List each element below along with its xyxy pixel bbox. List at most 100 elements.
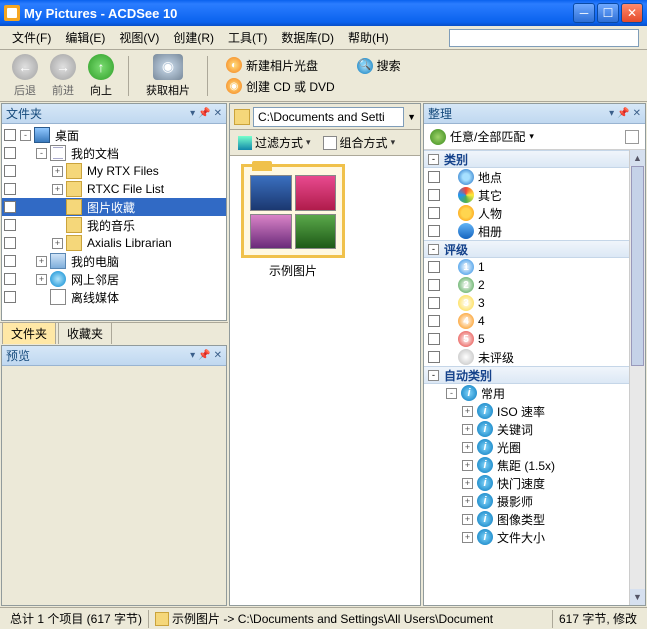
forward-button[interactable]: → 前进 [46,54,80,98]
search-button[interactable]: 🔍 搜索 [357,57,401,74]
organize-item[interactable]: 11 [424,258,645,276]
organize-item[interactable]: +iISO 速率 [424,402,645,420]
menu-create[interactable]: 创建(R) [167,27,220,48]
scroll-up-icon[interactable]: ▲ [630,150,645,166]
new-disc-button[interactable]: ◐ 新建相片光盘 [226,57,335,74]
organize-item[interactable]: +i摄影师 [424,492,645,510]
collapse-icon[interactable]: - [428,154,439,165]
tree-checkbox[interactable] [4,129,16,141]
preview-close-icon[interactable]: ✕ [214,350,222,361]
organize-section-header[interactable]: -自动类别 [424,366,645,384]
organize-section-header[interactable]: -评级 [424,240,645,258]
expand-icon[interactable]: + [462,496,473,507]
organize-checkbox[interactable] [428,171,440,183]
organize-pin-icon[interactable]: 📌 [617,108,629,119]
organize-checkbox[interactable] [428,225,440,237]
tree-item[interactable]: +我的电脑 [2,252,226,270]
organize-item[interactable]: +i光圈 [424,438,645,456]
organize-checkbox[interactable] [428,333,440,345]
tree-item[interactable]: +图片收藏 [2,198,226,216]
organize-item[interactable]: 22 [424,276,645,294]
organize-item[interactable]: 55 [424,330,645,348]
expand-icon[interactable]: + [462,406,473,417]
tree-checkbox[interactable] [4,165,16,177]
tree-item[interactable]: +我的音乐 [2,216,226,234]
tab-favorites[interactable]: 收藏夹 [58,322,112,344]
collapse-icon[interactable]: - [428,244,439,255]
tree-item[interactable]: -桌面 [2,126,226,144]
organize-item[interactable]: +i文件大小 [424,528,645,546]
menu-search-input[interactable] [449,29,639,47]
expand-icon[interactable]: + [462,532,473,543]
panel-pin-icon[interactable]: 📌 [198,108,210,119]
organize-checkbox[interactable] [428,189,440,201]
organize-section-header[interactable]: -类别 [424,150,645,168]
tree-item[interactable]: +My RTX Files [2,162,226,180]
organize-item[interactable]: 地点 [424,168,645,186]
menu-tools[interactable]: 工具(T) [222,27,273,48]
tree-item[interactable]: -我的文档 [2,144,226,162]
preview-pin-icon[interactable]: 📌 [198,350,210,361]
minimize-button[interactable]: ─ [573,3,595,23]
tree-checkbox[interactable] [4,183,16,195]
organize-checkbox[interactable] [428,315,440,327]
expand-icon[interactable]: - [20,130,31,141]
expand-icon[interactable]: + [462,460,473,471]
tree-checkbox[interactable] [4,219,16,231]
scroll-down-icon[interactable]: ▼ [630,589,645,605]
collapse-icon[interactable]: - [428,370,439,381]
tree-checkbox[interactable] [4,201,16,213]
tree-checkbox[interactable] [4,147,16,159]
organize-item[interactable]: -i常用 [424,384,645,402]
menu-edit[interactable]: 编辑(E) [59,27,111,48]
expand-icon[interactable]: + [462,424,473,435]
chevron-down-icon[interactable]: ▾ [529,131,534,142]
organize-item[interactable]: 44 [424,312,645,330]
menu-help[interactable]: 帮助(H) [342,27,395,48]
menu-view[interactable]: 视图(V) [113,27,165,48]
tree-checkbox[interactable] [4,291,16,303]
organize-item[interactable]: +i焦距 (1.5x) [424,456,645,474]
expand-icon[interactable]: + [52,238,63,249]
close-button[interactable]: ✕ [621,3,643,23]
thumbnail-area[interactable]: 示例图片 [230,156,420,605]
folder-tree[interactable]: -桌面-我的文档+My RTX Files+RTXC File List+图片收… [2,124,226,320]
expand-icon[interactable]: - [36,148,47,159]
organize-checkbox[interactable] [428,279,440,291]
scrollbar[interactable]: ▲ ▼ [629,150,645,605]
expand-icon[interactable]: + [462,442,473,453]
tree-checkbox[interactable] [4,237,16,249]
organize-checkbox[interactable] [428,207,440,219]
tree-item[interactable]: +网上邻居 [2,270,226,288]
group-button[interactable]: 组合方式 ▾ [319,132,400,153]
up-button[interactable]: ↑ 向上 [84,54,118,98]
tree-item[interactable]: +RTXC File List [2,180,226,198]
maximize-button[interactable]: ☐ [597,3,619,23]
tree-item[interactable]: +离线媒体 [2,288,226,306]
organize-item[interactable]: +i关键词 [424,420,645,438]
address-input[interactable]: C:\Documents and Setti [253,107,404,127]
organize-item[interactable]: +i快门速度 [424,474,645,492]
tree-checkbox[interactable] [4,255,16,267]
expand-icon[interactable]: + [462,478,473,489]
organize-checkbox[interactable] [428,261,440,273]
panel-close-icon[interactable]: ✕ [214,108,222,119]
match-label[interactable]: 任意/全部匹配 [450,128,525,145]
tab-folders[interactable]: 文件夹 [2,322,56,344]
expand-icon[interactable]: + [36,274,47,285]
organize-item[interactable]: 相册 [424,222,645,240]
preview-menu-icon[interactable]: ▾ [190,350,195,361]
expand-icon[interactable]: + [52,166,63,177]
expand-icon[interactable]: + [462,514,473,525]
expand-icon[interactable]: + [36,256,47,267]
tree-item[interactable]: +Axialis Librarian [2,234,226,252]
back-button[interactable]: ← 后退 [8,54,42,98]
organize-checkbox[interactable] [428,297,440,309]
menu-file[interactable]: 文件(F) [6,27,57,48]
organize-item[interactable]: 人物 [424,204,645,222]
filter-button[interactable]: 过滤方式 ▾ [234,132,315,153]
tree-checkbox[interactable] [4,273,16,285]
address-dropdown-icon[interactable]: ▼ [407,112,416,122]
expand-icon[interactable]: + [52,184,63,195]
panel-menu-icon[interactable]: ▾ [190,108,195,119]
